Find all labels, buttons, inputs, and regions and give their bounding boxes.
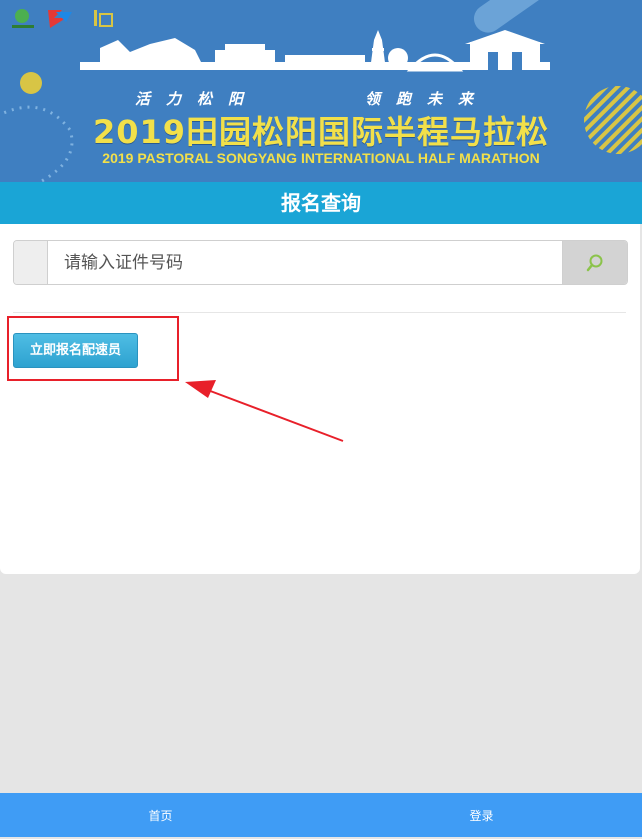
content-divider [13,312,626,313]
bottom-nav: 首页 登录 [0,793,642,837]
banner-title-english: 2019 PASTORAL SONGYANG INTERNATIONAL HAL… [102,150,540,166]
sponsor-logos [12,9,113,28]
search-button[interactable] [562,241,627,284]
nav-home[interactable]: 首页 [0,793,321,837]
annotation-highlight-box [7,316,179,381]
section-title-bar: 报名查询 [0,182,642,224]
nav-login[interactable]: 登录 [321,793,642,837]
event-banner: 活力松阳 领跑未来 2019田园松阳国际半程马拉松 2019 PASTORAL … [0,0,642,182]
id-number-input[interactable] [48,241,560,284]
banner-tagline-left: 活力松阳 [135,90,260,108]
section-title: 报名查询 [281,191,361,215]
banner-title-chinese: 2019田园松阳国际半程马拉松 [92,113,550,151]
search-icon [586,254,603,271]
search-group [13,240,628,285]
banner-tagline-right: 领跑未来 [365,90,490,108]
search-addon [14,241,48,284]
